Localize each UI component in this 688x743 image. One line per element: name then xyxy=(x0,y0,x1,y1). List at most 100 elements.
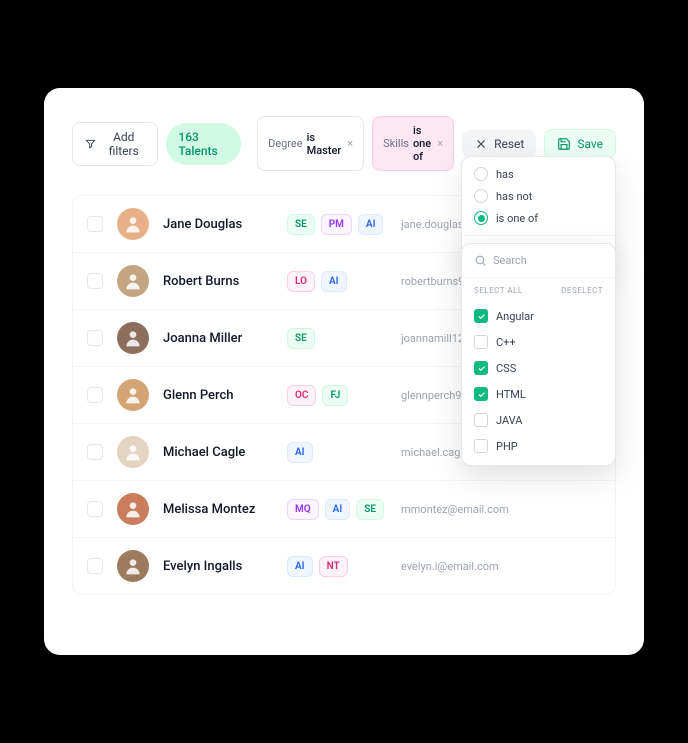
tag-group: SE PM AI xyxy=(287,214,387,235)
row-checkbox[interactable] xyxy=(87,444,103,460)
deselect-button[interactable]: DESELECT xyxy=(561,286,603,295)
close-icon xyxy=(474,137,488,151)
chip-field: Degree xyxy=(268,137,303,150)
skill-tag: AI xyxy=(287,556,313,577)
option-label: has xyxy=(496,168,514,181)
skill-tag: PM xyxy=(321,214,352,235)
condition-options: has has not is one of xyxy=(462,157,615,235)
skill-tag: AI xyxy=(321,271,347,292)
skill-label: PHP xyxy=(496,440,518,453)
skill-option[interactable]: C++ xyxy=(462,329,615,355)
skill-label: HTML xyxy=(496,388,526,401)
skill-option[interactable]: JAVA xyxy=(462,407,615,433)
row-checkbox[interactable] xyxy=(87,387,103,403)
talent-email: evelyn.i@email.com xyxy=(401,560,601,573)
tag-group: AI xyxy=(287,442,387,463)
tag-group: MQ AISE xyxy=(287,499,387,520)
row-checkbox[interactable] xyxy=(87,558,103,574)
skill-label: JAVA xyxy=(496,414,522,427)
radio-icon xyxy=(474,189,488,203)
condition-option[interactable]: has xyxy=(474,167,603,181)
tag-group: SE xyxy=(287,328,387,349)
reset-label: Reset xyxy=(494,137,524,151)
search-input[interactable]: Search xyxy=(462,244,615,278)
skill-tag: AI xyxy=(358,214,384,235)
talent-email: mmontez@email.com xyxy=(401,503,601,516)
save-icon xyxy=(557,137,571,151)
add-filters-label: Add filters xyxy=(102,130,145,158)
chip-remove-icon[interactable]: × xyxy=(437,137,443,150)
talent-name: Jane Douglas xyxy=(163,217,273,232)
chip-field: Skills xyxy=(383,137,409,150)
checkbox-icon xyxy=(474,413,488,427)
skill-label: Angular xyxy=(496,310,534,323)
option-label: is one of xyxy=(496,212,538,225)
skills-dropdown: Search SELECT ALL DESELECT Angular C++ CSS… xyxy=(461,243,616,466)
skill-items: Angular C++ CSS HTML JAVA PHP xyxy=(462,303,615,459)
row-checkbox[interactable] xyxy=(87,273,103,289)
skill-label: CSS xyxy=(496,362,516,375)
condition-option[interactable]: has not xyxy=(474,189,603,203)
skill-label: C++ xyxy=(496,336,516,349)
talent-name: Michael Cagle xyxy=(163,445,273,460)
radio-icon xyxy=(474,167,488,181)
skill-option[interactable]: HTML xyxy=(462,381,615,407)
skill-tag: MQ xyxy=(287,499,319,520)
skill-tag: SE xyxy=(287,214,315,235)
skill-option[interactable]: Angular xyxy=(462,303,615,329)
filter-icon xyxy=(85,137,96,151)
avatar xyxy=(117,550,149,582)
select-actions-row: SELECT ALL DESELECT xyxy=(462,278,615,303)
skill-tag: AI xyxy=(325,499,351,520)
checkbox-icon xyxy=(474,335,488,349)
filter-chip[interactable]: Degree is Master × xyxy=(257,116,364,171)
checkbox-icon xyxy=(474,387,488,401)
checkbox-icon xyxy=(474,439,488,453)
filter-chips: Degree is Master ×Skills is one of × xyxy=(257,116,454,171)
chip-remove-icon[interactable]: × xyxy=(347,137,353,150)
search-placeholder: Search xyxy=(493,254,527,267)
avatar xyxy=(117,265,149,297)
avatar xyxy=(117,493,149,525)
skill-option[interactable]: CSS xyxy=(462,355,615,381)
skill-option[interactable]: PHP xyxy=(462,433,615,459)
checkbox-icon xyxy=(474,361,488,375)
tag-group: OC FJ xyxy=(287,385,387,406)
table-row[interactable]: Melissa Montez MQ AISE mmontez@email.com xyxy=(73,481,615,538)
talent-name: Melissa Montez xyxy=(163,502,273,517)
talent-count-badge: 163 Talents xyxy=(166,123,241,165)
skill-tag: LO xyxy=(287,271,315,292)
avatar xyxy=(117,322,149,354)
tag-group: AI NT xyxy=(287,556,387,577)
radio-icon xyxy=(474,211,488,225)
skill-tag: AI xyxy=(287,442,313,463)
add-filters-button[interactable]: Add filters xyxy=(72,122,158,166)
row-checkbox[interactable] xyxy=(87,330,103,346)
table-row[interactable]: Evelyn IngallsAINTevelyn.i@email.com xyxy=(73,538,615,594)
avatar xyxy=(117,379,149,411)
search-icon xyxy=(474,254,487,267)
condition-option[interactable]: is one of xyxy=(474,211,603,225)
skill-tag: FJ xyxy=(322,385,348,406)
row-checkbox[interactable] xyxy=(87,501,103,517)
chip-op: is Master xyxy=(307,131,342,157)
tag-group: LO AI xyxy=(287,271,387,292)
avatar xyxy=(117,436,149,468)
chip-op: is one of xyxy=(413,124,431,163)
skill-tag: OC xyxy=(287,385,316,406)
reset-button[interactable]: Reset xyxy=(462,130,536,158)
app-window: Add filters 163 Talents Degree is Master… xyxy=(44,88,644,655)
skill-tag: NT xyxy=(319,556,348,577)
save-button[interactable]: Save xyxy=(544,129,616,159)
talent-name: Joanna Miller xyxy=(163,331,273,346)
avatar xyxy=(117,208,149,240)
save-label: Save xyxy=(577,137,603,151)
talent-name: Glenn Perch xyxy=(163,388,273,403)
talent-name: Robert Burns xyxy=(163,274,273,289)
option-label: has not xyxy=(496,190,532,203)
row-checkbox[interactable] xyxy=(87,216,103,232)
skill-tag: SE xyxy=(356,499,384,520)
filter-chip[interactable]: Skills is one of × xyxy=(372,116,454,171)
checkbox-icon xyxy=(474,309,488,323)
select-all-button[interactable]: SELECT ALL xyxy=(474,286,523,295)
